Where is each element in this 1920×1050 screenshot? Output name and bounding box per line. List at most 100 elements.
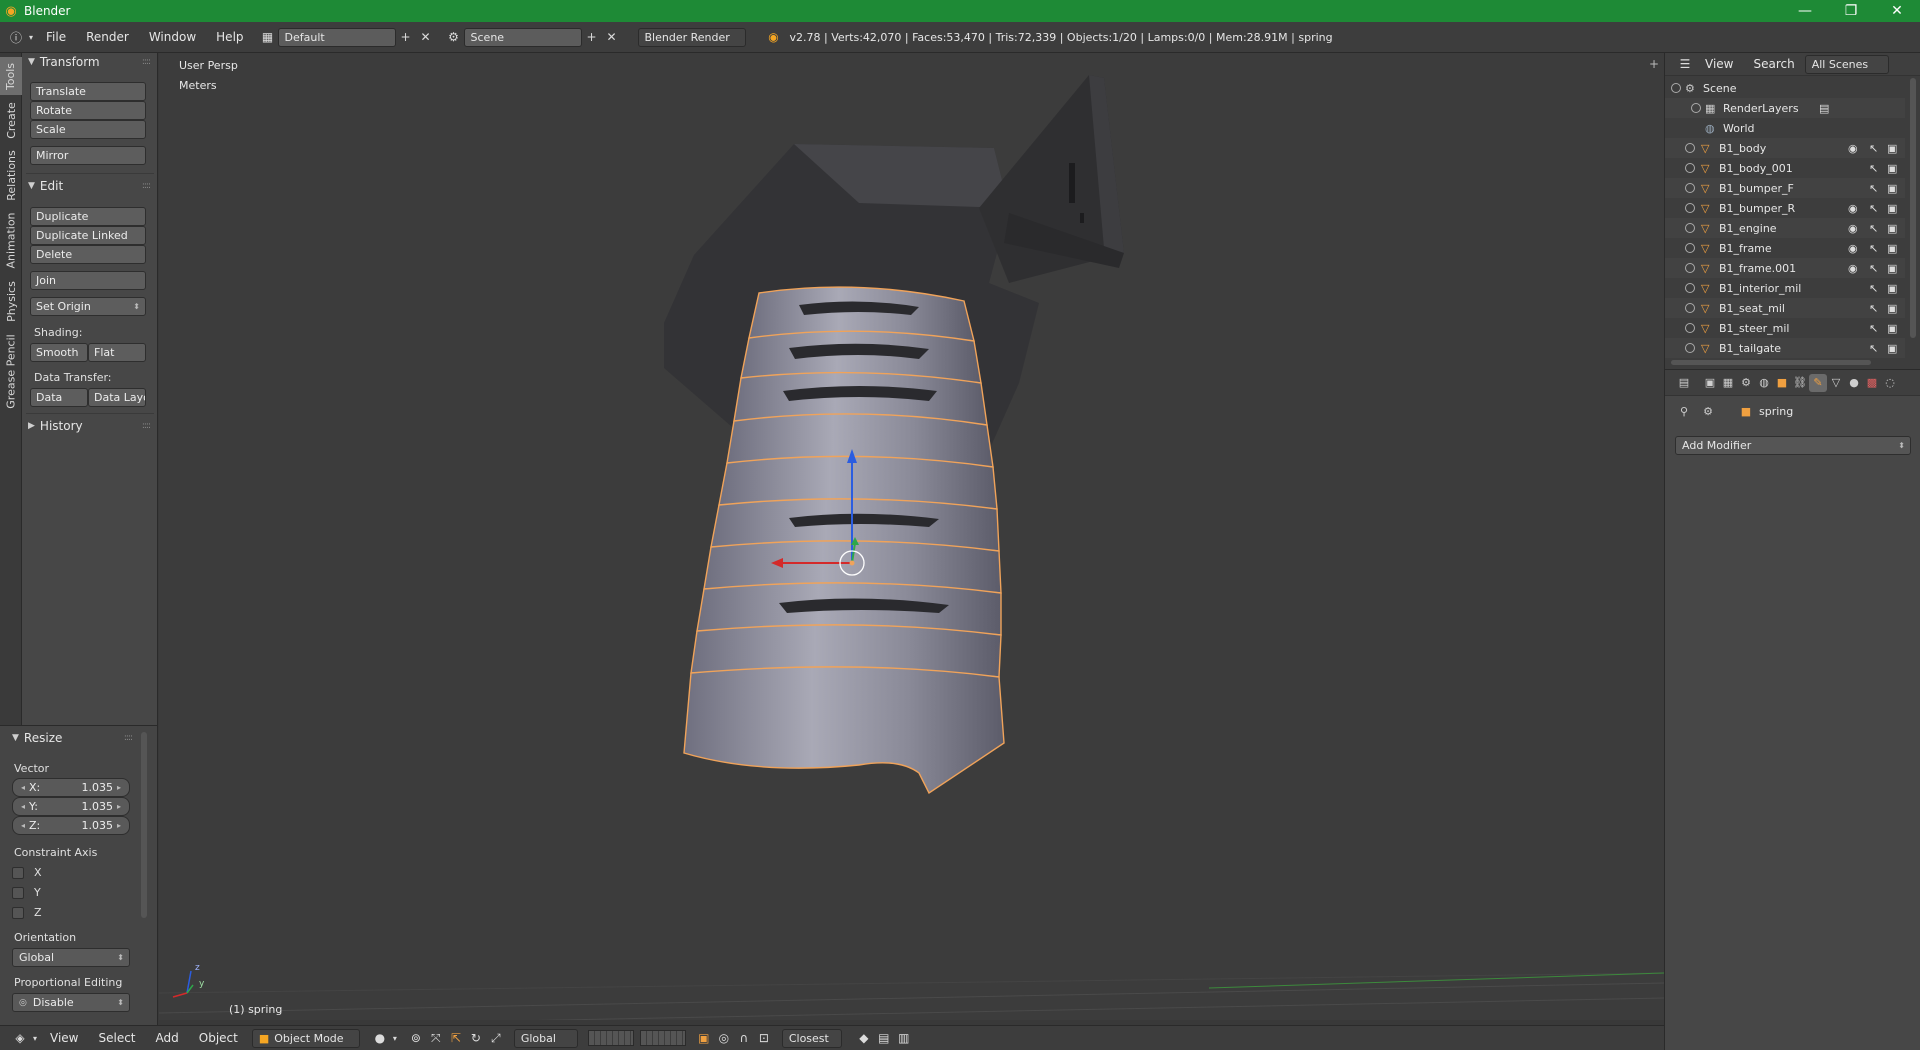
- proportional-editing-dropdown[interactable]: ◎ Disable ⬍: [12, 993, 130, 1012]
- snap-element-icon[interactable]: ⊡: [754, 1028, 774, 1048]
- minimize-button[interactable]: —: [1782, 0, 1828, 22]
- render-engine-dropdown[interactable]: Blender Render: [637, 27, 746, 47]
- renderable-camera-icon[interactable]: ▣: [1887, 162, 1897, 175]
- outliner-row-renderlayers[interactable]: ▦ RenderLayers ▤: [1665, 98, 1905, 118]
- resize-panel-header[interactable]: ▼ Resize ::::: [12, 729, 134, 747]
- expand-toggle-icon[interactable]: [1685, 323, 1695, 333]
- selectable-cursor-icon[interactable]: ↖: [1869, 262, 1878, 275]
- editor-type-chevron-icon[interactable]: ▾: [26, 27, 36, 47]
- rotate-button[interactable]: Rotate: [30, 101, 146, 120]
- screen-layout-icon[interactable]: ▦: [258, 27, 278, 47]
- properties-editor-icon[interactable]: ▤: [1675, 374, 1693, 392]
- selectable-cursor-icon[interactable]: ↖: [1869, 142, 1878, 155]
- remove-layout-icon[interactable]: ✕: [416, 27, 436, 47]
- mirror-button[interactable]: Mirror: [30, 146, 146, 165]
- tab-relations[interactable]: Relations: [0, 145, 22, 205]
- checkbox-box[interactable]: [12, 906, 24, 919]
- visibility-eye-icon[interactable]: ◉: [1848, 262, 1858, 275]
- selectable-cursor-icon[interactable]: ↖: [1869, 182, 1878, 195]
- scale-button[interactable]: Scale: [30, 120, 146, 139]
- increment-arrow-icon[interactable]: ▸: [117, 783, 121, 792]
- renderable-camera-icon[interactable]: ▣: [1887, 302, 1897, 315]
- outliner-row-object[interactable]: ▽ B1_seat_mil ↖ ▣: [1665, 298, 1905, 318]
- outliner-horizontal-scrollbar[interactable]: [1671, 360, 1871, 365]
- expand-toggle-icon[interactable]: [1685, 203, 1695, 213]
- screen-layout-field[interactable]: Default: [277, 27, 396, 47]
- edit-panel-header[interactable]: ▼ Edit ::::: [28, 177, 152, 195]
- checkbox-box[interactable]: [12, 886, 24, 899]
- constraint-z-checkbox[interactable]: Z: [12, 906, 42, 919]
- decrement-arrow-icon[interactable]: ◂: [21, 821, 25, 830]
- snap-magnet-icon[interactable]: ∩: [734, 1028, 754, 1048]
- proportional-edit-icon[interactable]: ◎: [714, 1028, 734, 1048]
- expand-toggle-icon[interactable]: [1685, 243, 1695, 253]
- menu-object[interactable]: Object: [189, 1026, 248, 1050]
- info-editor-icon[interactable]: ⓘ: [6, 27, 26, 47]
- data-layout-button[interactable]: Data Layo: [88, 388, 146, 407]
- rotate-manipulator-icon[interactable]: ↻: [466, 1028, 486, 1048]
- outliner-editor-icon[interactable]: ☰: [1675, 54, 1695, 74]
- set-origin-dropdown[interactable]: Set Origin ⬍: [30, 297, 146, 316]
- viewport-shading-icon[interactable]: ●: [370, 1028, 390, 1048]
- expand-toggle-icon[interactable]: [1685, 183, 1695, 193]
- duplicate-button[interactable]: Duplicate: [30, 207, 146, 226]
- tab-create[interactable]: Create: [0, 97, 22, 143]
- history-panel-header[interactable]: ▶ History ::::: [28, 417, 152, 435]
- menu-add[interactable]: Add: [146, 1026, 189, 1050]
- scene-field[interactable]: Scene: [463, 27, 582, 47]
- scale-z-field[interactable]: ◂ Z: 1.035 ▸: [12, 816, 130, 835]
- viewport-properties-toggle-icon[interactable]: +: [1649, 57, 1659, 71]
- outliner-row-object[interactable]: ▽ B1_body ◉ ↖ ▣: [1665, 138, 1905, 158]
- object-tab-icon[interactable]: ■: [1773, 374, 1791, 392]
- tab-grease-pencil[interactable]: Grease Pencil: [0, 329, 22, 413]
- decrement-arrow-icon[interactable]: ◂: [21, 783, 25, 792]
- outliner-row-object[interactable]: ▽ B1_frame.001 ◉ ↖ ▣: [1665, 258, 1905, 278]
- visibility-eye-icon[interactable]: ◉: [1848, 222, 1858, 235]
- collapse-toggle-icon[interactable]: [1671, 83, 1681, 93]
- visibility-eye-icon[interactable]: ◉: [1848, 202, 1858, 215]
- lock-camera-icon[interactable]: ▣: [694, 1028, 714, 1048]
- outliner-row-object[interactable]: ▽ B1_bumper_F ↖ ▣: [1665, 178, 1905, 198]
- manipulator-toggle-icon[interactable]: ⤧: [426, 1028, 446, 1048]
- visibility-eye-icon[interactable]: ◉: [1848, 242, 1858, 255]
- outliner-row-object[interactable]: ▽ B1_engine ◉ ↖ ▣: [1665, 218, 1905, 238]
- scene-tab-icon[interactable]: ⚙: [1737, 374, 1755, 392]
- flat-shading-button[interactable]: Flat: [88, 343, 146, 362]
- menu-window[interactable]: Window: [139, 22, 206, 53]
- renderable-camera-icon[interactable]: ▣: [1887, 322, 1897, 335]
- layer-buttons-left[interactable]: [587, 1030, 634, 1046]
- outliner-row-world[interactable]: ◍ World: [1665, 118, 1905, 138]
- data-transfer-button[interactable]: Data: [30, 388, 88, 407]
- delete-button[interactable]: Delete: [30, 245, 146, 264]
- expand-toggle-icon[interactable]: [1685, 163, 1695, 173]
- outliner-scrollbar[interactable]: [1910, 78, 1916, 338]
- outliner-search-menu[interactable]: Search: [1743, 53, 1804, 76]
- pivot-point-icon[interactable]: ⊚: [406, 1028, 426, 1048]
- outliner-row-object[interactable]: ▽ B1_interior_mil ↖ ▣: [1665, 278, 1905, 298]
- scene-icon[interactable]: ⚙: [444, 27, 464, 47]
- visibility-eye-icon[interactable]: ◉: [1848, 142, 1858, 155]
- checkbox-box[interactable]: [12, 866, 24, 879]
- tab-tools[interactable]: Tools: [0, 57, 22, 95]
- translate-button[interactable]: Translate: [30, 82, 146, 101]
- drag-grip-icon[interactable]: ::::: [142, 181, 151, 191]
- menu-render[interactable]: Render: [76, 22, 139, 53]
- renderable-camera-icon[interactable]: ▣: [1887, 182, 1897, 195]
- outliner-view-menu[interactable]: View: [1695, 53, 1743, 76]
- tab-physics[interactable]: Physics: [0, 275, 22, 327]
- add-modifier-dropdown[interactable]: Add Modifier ⬍: [1675, 436, 1911, 455]
- selectable-cursor-icon[interactable]: ↖: [1869, 242, 1878, 255]
- close-button[interactable]: ✕: [1874, 0, 1920, 22]
- add-layout-icon[interactable]: +: [396, 27, 416, 47]
- render-layers-tab-icon[interactable]: ▦: [1719, 374, 1737, 392]
- outliner-row-object[interactable]: ▽ B1_frame ◉ ↖ ▣: [1665, 238, 1905, 258]
- duplicate-linked-button[interactable]: Duplicate Linked: [30, 226, 146, 245]
- expand-toggle-icon[interactable]: [1685, 303, 1695, 313]
- outliner-row-object[interactable]: ▽ B1_body_001 ↖ ▣: [1665, 158, 1905, 178]
- scene-context-icon[interactable]: ⚙: [1699, 402, 1717, 420]
- tab-animation[interactable]: Animation: [0, 207, 22, 273]
- expand-toggle-icon[interactable]: [1685, 343, 1695, 353]
- drag-grip-icon[interactable]: ::::: [124, 733, 133, 743]
- constraints-tab-icon[interactable]: ⛓: [1791, 374, 1809, 392]
- transform-orientation-dropdown[interactable]: Global: [513, 1028, 578, 1048]
